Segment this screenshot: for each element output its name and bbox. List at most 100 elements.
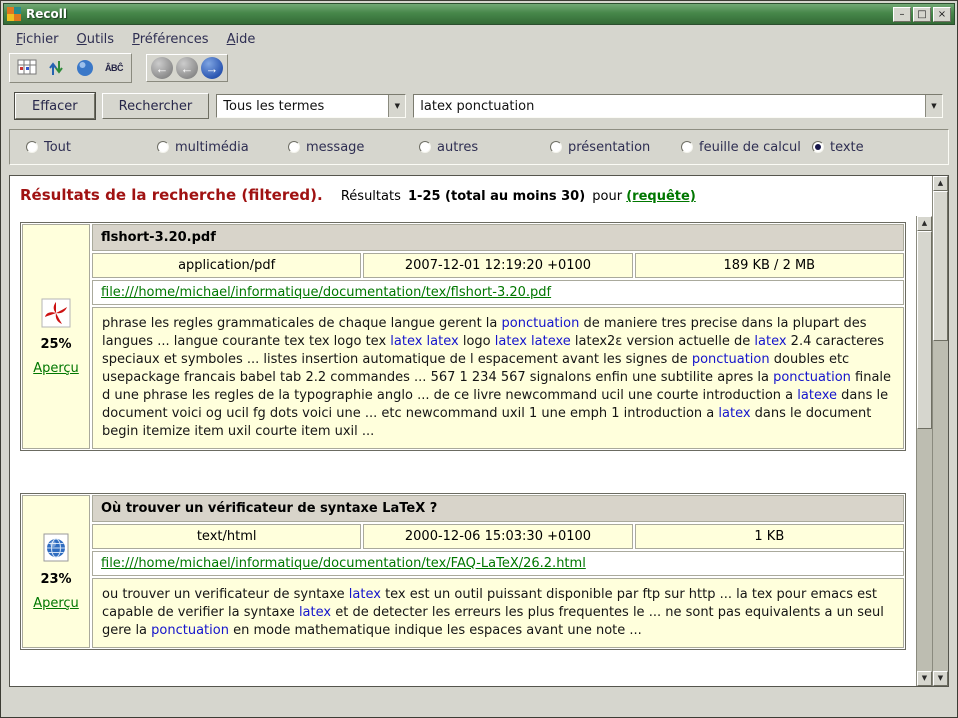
- recoll-app-icon: [7, 7, 21, 21]
- filter-message[interactable]: message: [288, 140, 419, 155]
- toolbar-nav-group: ← ← →: [146, 54, 228, 82]
- results-heading: Résultats de la recherche (filtered).: [20, 186, 323, 204]
- filter-label: texte: [830, 140, 864, 155]
- result-date: 2000-12-06 15:03:30 +0100: [363, 524, 632, 549]
- scroll-down-icon[interactable]: ▼: [917, 671, 932, 686]
- result-url-link[interactable]: file:///home/michael/informatique/docume…: [101, 556, 586, 571]
- filter-presentation[interactable]: présentation: [550, 140, 681, 155]
- chevron-down-icon[interactable]: ▼: [388, 95, 405, 117]
- menu-fichier[interactable]: Fichier: [7, 29, 68, 50]
- filter-feuille-de-calcul[interactable]: feuille de calcul: [681, 140, 812, 155]
- menu-outils[interactable]: Outils: [68, 29, 124, 50]
- results-list-scrollbar[interactable]: ▲ ▼: [916, 216, 932, 686]
- table-eraser-icon: [17, 59, 37, 77]
- filter-label: Tout: [44, 140, 71, 155]
- clear-button[interactable]: Effacer: [15, 93, 95, 119]
- filetype-filter-bar: Tout multimédia message autres présentat…: [9, 129, 949, 165]
- summary-range: 1-25 (total au moins 30): [408, 189, 585, 204]
- preview-link[interactable]: Aperçu: [33, 361, 79, 376]
- minimize-button[interactable]: –: [893, 7, 911, 22]
- search-bar: Effacer Rechercher Tous les termes ▼ lat…: [15, 92, 943, 120]
- filter-label: multimédia: [175, 140, 249, 155]
- double-arrow-icon: [48, 59, 64, 77]
- spellcheck-abc-icon: ÂBĈ: [105, 63, 123, 73]
- radio-icon[interactable]: [419, 141, 431, 153]
- query-link[interactable]: (requête): [626, 189, 696, 204]
- result-url-row: file:///home/michael/informatique/docume…: [92, 551, 904, 576]
- toolbar: ÂBĈ ← ← →: [1, 51, 957, 85]
- radio-icon[interactable]: [812, 141, 824, 153]
- window-title: Recoll: [26, 7, 888, 21]
- result-date: 2007-12-01 12:19:20 +0100: [363, 253, 632, 278]
- toolbar-main-group: ÂBĈ: [9, 53, 132, 83]
- query-input[interactable]: latex ponctuation ▼: [413, 94, 943, 118]
- results-scrollbar[interactable]: ▲ ▼: [932, 176, 948, 686]
- radio-icon[interactable]: [157, 141, 169, 153]
- chevron-down-icon[interactable]: ▼: [925, 95, 942, 117]
- result-mime: text/html: [92, 524, 361, 549]
- menu-aide[interactable]: Aide: [218, 29, 265, 50]
- result-item: 23% Aperçu Où trouver un vérificateur de…: [20, 493, 906, 650]
- first-page-button[interactable]: ←: [151, 57, 173, 79]
- summary-prefix: Résultats: [341, 189, 401, 204]
- result-snippet: ou trouver un verificateur de syntaxe la…: [92, 578, 904, 648]
- radio-icon[interactable]: [681, 141, 693, 153]
- scrollbar-thumb[interactable]: [933, 191, 948, 341]
- result-size: 1 KB: [635, 524, 904, 549]
- result-side-panel: 25% Aperçu: [22, 224, 90, 449]
- radio-icon[interactable]: [288, 141, 300, 153]
- filter-label: présentation: [568, 140, 650, 155]
- blue-sphere-icon: [76, 59, 94, 77]
- html-globe-icon: [41, 533, 71, 563]
- result-snippet: phrase les regles grammaticales de chaqu…: [92, 307, 904, 449]
- scrollbar-track[interactable]: [917, 231, 932, 671]
- search-mode-value: Tous les termes: [223, 99, 384, 114]
- relevance-percent: 25%: [40, 337, 71, 352]
- radio-icon[interactable]: [26, 141, 38, 153]
- result-item: 25% Aperçu flshort-3.20.pdf application/…: [20, 222, 906, 451]
- filter-label: autres: [437, 140, 478, 155]
- clear-table-button[interactable]: [14, 56, 40, 80]
- previous-page-button[interactable]: ←: [176, 57, 198, 79]
- filter-texte[interactable]: texte: [812, 140, 943, 155]
- search-mode-select[interactable]: Tous les termes ▼: [216, 94, 406, 118]
- filter-label: message: [306, 140, 364, 155]
- term-explorer-button[interactable]: ÂBĈ: [101, 56, 127, 80]
- radio-icon[interactable]: [550, 141, 562, 153]
- maximize-button[interactable]: □: [913, 7, 931, 22]
- results-area: Résultats de la recherche (filtered). Ré…: [9, 175, 949, 687]
- filter-multimedia[interactable]: multimédia: [157, 140, 288, 155]
- result-title: Où trouver un vérificateur de syntaxe La…: [92, 495, 904, 522]
- sort-button[interactable]: [72, 56, 98, 80]
- query-value: latex ponctuation: [420, 99, 921, 114]
- update-index-button[interactable]: [43, 56, 69, 80]
- results-summary: Résultats 1-25 (total au moins 30) pour …: [341, 189, 696, 204]
- scroll-up-icon[interactable]: ▲: [933, 176, 948, 191]
- scroll-down-icon[interactable]: ▼: [933, 671, 948, 686]
- result-side-panel: 23% Aperçu: [22, 495, 90, 648]
- result-size: 189 KB / 2 MB: [635, 253, 904, 278]
- result-mime: application/pdf: [92, 253, 361, 278]
- scroll-up-icon[interactable]: ▲: [917, 216, 932, 231]
- close-button[interactable]: ×: [933, 7, 951, 22]
- results-list: 25% Aperçu flshort-3.20.pdf application/…: [12, 216, 914, 684]
- result-url-row: file:///home/michael/informatique/docume…: [92, 280, 904, 305]
- scrollbar-track[interactable]: [933, 191, 948, 671]
- results-header: Résultats de la recherche (filtered). Ré…: [10, 176, 932, 216]
- result-url-link[interactable]: file:///home/michael/informatique/docume…: [101, 285, 551, 300]
- summary-pour: pour: [592, 189, 622, 204]
- pdf-icon: [41, 298, 71, 328]
- result-title: flshort-3.20.pdf: [92, 224, 904, 251]
- preview-link[interactable]: Aperçu: [33, 596, 79, 611]
- filter-label: feuille de calcul: [699, 140, 801, 155]
- menubar: Fichier Outils Préférences Aide: [1, 25, 957, 51]
- titlebar[interactable]: Recoll – □ ×: [3, 3, 955, 25]
- next-page-button[interactable]: →: [201, 57, 223, 79]
- filter-autres[interactable]: autres: [419, 140, 550, 155]
- filter-tout[interactable]: Tout: [26, 140, 157, 155]
- relevance-percent: 23%: [40, 572, 71, 587]
- recoll-window: Recoll – □ × Fichier Outils Préférences …: [0, 0, 958, 718]
- menu-preferences[interactable]: Préférences: [123, 29, 217, 50]
- scrollbar-thumb[interactable]: [917, 231, 932, 429]
- search-button[interactable]: Rechercher: [102, 93, 210, 119]
